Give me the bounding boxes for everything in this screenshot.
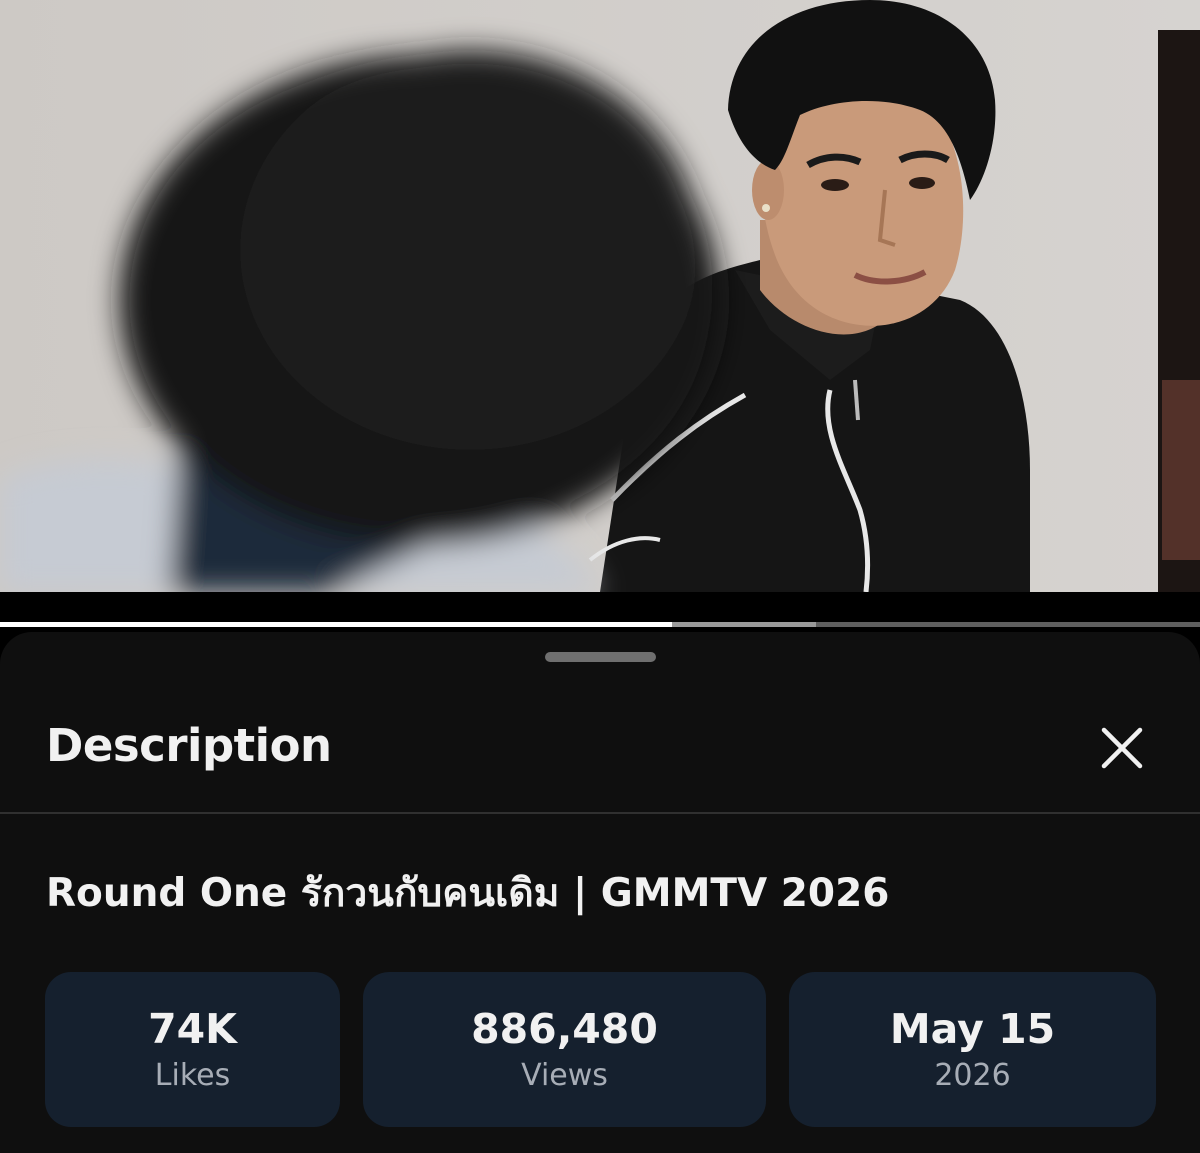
header-divider <box>0 812 1200 814</box>
likes-label: Likes <box>154 1057 231 1093</box>
upload-year: 2026 <box>934 1057 1011 1093</box>
video-player[interactable] <box>0 0 1200 592</box>
sheet-title: Description <box>46 719 332 772</box>
close-icon <box>1101 727 1143 769</box>
views-label: Views <box>521 1057 608 1093</box>
progress-played <box>0 622 672 627</box>
views-stat: 886,480 Views <box>363 972 766 1127</box>
scene-person-earring <box>762 204 770 212</box>
video-progress-bar[interactable] <box>0 622 1200 627</box>
description-sheet: Description Round One รักวนกับคนเดิม | G… <box>0 632 1200 1153</box>
likes-stat: 74K Likes <box>45 972 340 1127</box>
upload-date: May 15 <box>889 1004 1056 1053</box>
upload-date-stat: May 15 2026 <box>789 972 1156 1127</box>
screen: Description Round One รักวนกับคนเดิม | G… <box>0 0 1200 1153</box>
scene-poster-detail <box>1162 380 1200 560</box>
video-frame <box>0 0 1200 592</box>
views-count: 886,480 <box>471 1004 658 1053</box>
video-title: Round One รักวนกับคนเดิม | GMMTV 2026 <box>46 871 890 916</box>
likes-count: 74K <box>148 1004 237 1053</box>
scene-person-eye-right <box>909 177 935 189</box>
close-button[interactable] <box>1086 712 1158 784</box>
scene-person-eye-left <box>821 179 849 191</box>
sheet-drag-handle[interactable] <box>545 652 656 662</box>
